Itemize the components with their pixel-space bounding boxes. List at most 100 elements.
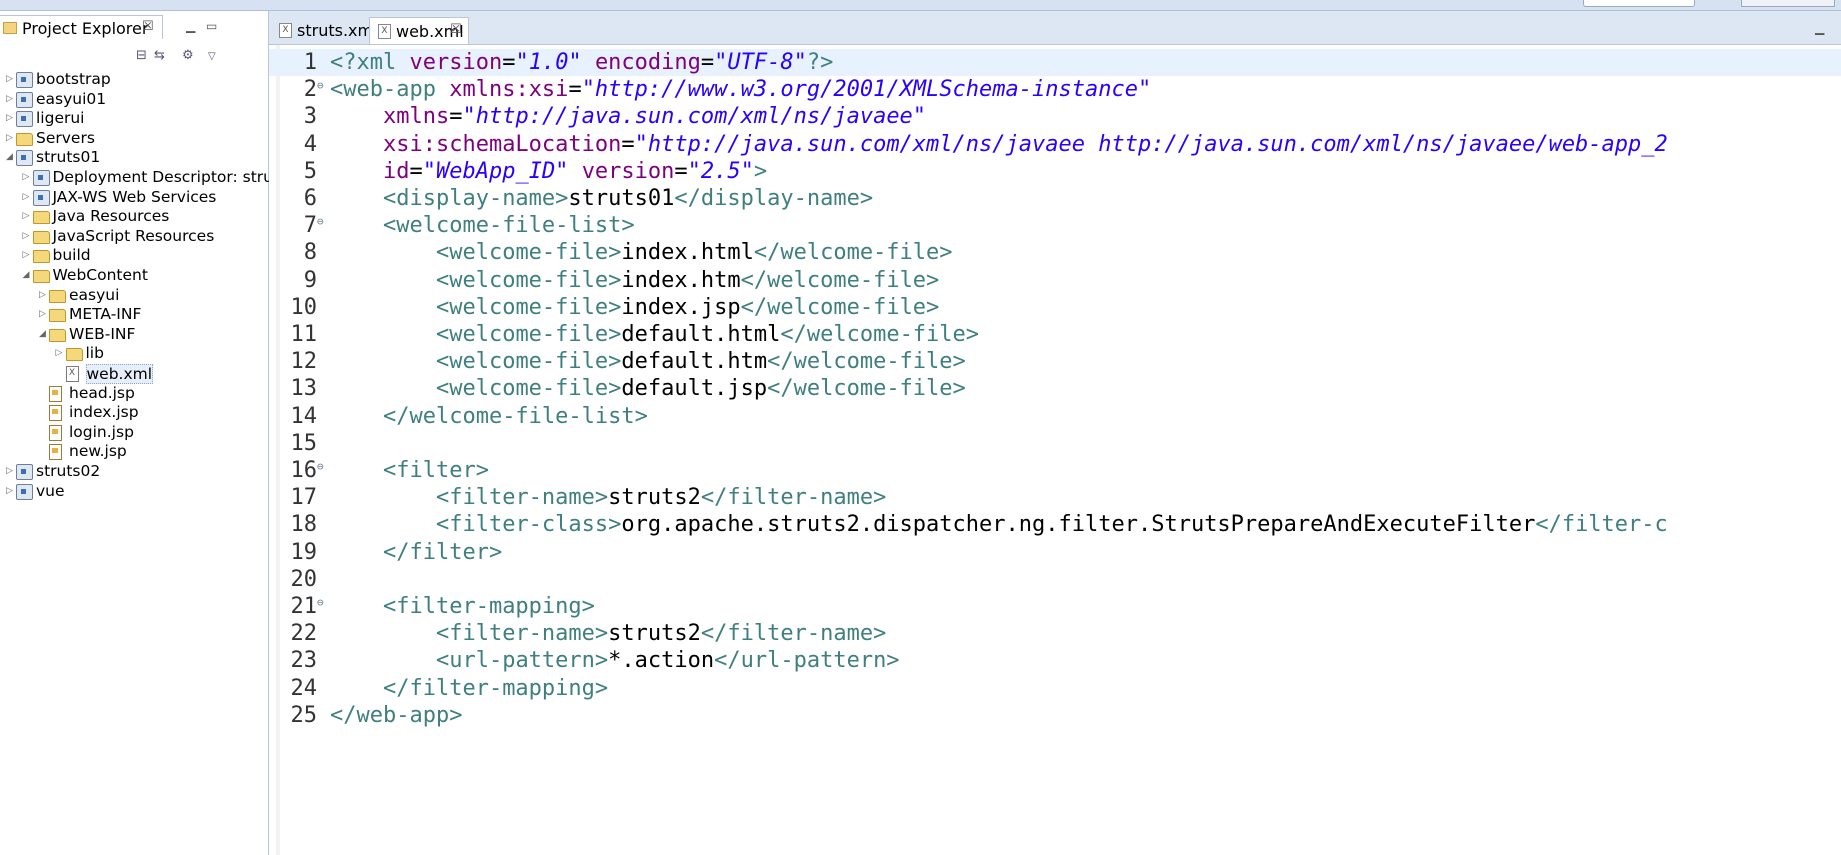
code-token: "http://java.sun.com/xml/ns/javaee" xyxy=(462,104,927,130)
code-line[interactable]: 4 xsi:schemaLocation="http://java.sun.co… xyxy=(269,131,1841,158)
close-icon[interactable]: ☒ xyxy=(450,22,462,37)
expand-arrow-icon[interactable]: ▷ xyxy=(23,231,30,241)
line-number: 3 xyxy=(303,104,317,130)
collapse-arrow-icon[interactable]: ◢ xyxy=(6,152,13,162)
tree-item-label: bootstrap xyxy=(36,70,111,88)
fold-toggle-icon[interactable]: ⊖ xyxy=(317,589,324,616)
code-text: <filter-mapping> xyxy=(330,593,595,620)
code-line[interactable]: 20 xyxy=(269,566,1841,593)
code-line[interactable]: 23 <url-pattern>*.action</url-pattern> xyxy=(269,647,1841,674)
collapse-arrow-icon[interactable]: ◢ xyxy=(39,329,46,339)
expand-arrow-icon[interactable]: ▷ xyxy=(6,94,13,104)
code-token: </filter-name> xyxy=(700,485,887,511)
collapse-arrow-icon[interactable]: ◢ xyxy=(23,270,30,280)
expand-arrow-icon[interactable]: ▷ xyxy=(56,348,63,358)
tab-struts-xml[interactable]: X struts.xml xyxy=(271,17,378,43)
code-text: <filter-name>struts2</filter-name> xyxy=(330,484,886,511)
expand-arrow-icon[interactable]: ▷ xyxy=(6,113,13,123)
code-token: = xyxy=(568,77,582,103)
minimize-icon[interactable]: ▁ xyxy=(186,19,195,33)
code-line[interactable]: 19 </filter> xyxy=(269,539,1841,566)
tree-item[interactable]: ▷ vue xyxy=(6,481,262,503)
filter-icon[interactable]: ⚙ xyxy=(182,48,194,64)
fold-toggle-icon[interactable]: ⊖ xyxy=(317,453,324,480)
fold-toggle-icon[interactable]: ⊖ xyxy=(317,72,324,99)
project-explorer-view: Project Explorer ☒ ▁ ▭ ⊟ ⇆ ⚙ ▽ ▷ bootstra… xyxy=(0,11,273,855)
fold-toggle-icon[interactable]: ⊖ xyxy=(317,208,324,235)
maximize-icon[interactable]: ▭ xyxy=(206,19,217,33)
code-line[interactable]: 12 <welcome-file>default.htm</welcome-fi… xyxy=(269,348,1841,375)
code-line[interactable]: 5 id="WebApp_ID" version="2.5"> xyxy=(269,158,1841,185)
code-line[interactable]: 10 <welcome-file>index.jsp</welcome-file… xyxy=(269,294,1841,321)
code-line[interactable]: 9 <welcome-file>index.htm</welcome-file> xyxy=(269,267,1841,294)
code-line[interactable]: 1 <?xml version="1.0" encoding="UTF-8"?> xyxy=(269,49,1841,77)
folder-icon xyxy=(32,270,50,283)
code-token: </filter-mapping> xyxy=(382,675,609,701)
code-line[interactable]: 25 </web-app> xyxy=(269,702,1841,729)
folder-icon xyxy=(49,289,66,303)
perspective-button[interactable] xyxy=(1741,0,1835,7)
code-line[interactable]: 17 <filter-name>struts2</filter-name> xyxy=(269,484,1841,511)
code-line[interactable]: 7 ⊖ <welcome-file-list> xyxy=(269,212,1841,239)
expand-arrow-icon[interactable]: ▷ xyxy=(6,466,13,476)
code-line[interactable]: 3 xmlns="http://java.sun.com/xml/ns/java… xyxy=(269,103,1841,130)
code-line[interactable]: 8 <welcome-file>index.html</welcome-file… xyxy=(269,239,1841,266)
view-menu-icon[interactable]: ▽ xyxy=(208,51,216,67)
code-line[interactable]: 24 </filter-mapping> xyxy=(269,675,1841,702)
minimize-icon[interactable]: ▁ xyxy=(1815,21,1824,35)
code-line[interactable]: 6 <display-name>struts01</display-name> xyxy=(269,185,1841,212)
expand-arrow-icon[interactable]: ▷ xyxy=(6,486,13,496)
code-line[interactable]: 22 <filter-name>struts2</filter-name> xyxy=(269,620,1841,647)
line-number: 20 xyxy=(290,566,318,592)
code-line[interactable]: 21 ⊖ <filter-mapping> xyxy=(269,593,1841,620)
code-line[interactable]: 13 <welcome-file>default.jsp</welcome-fi… xyxy=(269,375,1841,402)
tab-web-xml[interactable]: X web.xml ☒ xyxy=(369,17,469,44)
expand-arrow-icon[interactable]: ▷ xyxy=(6,133,13,143)
code-line[interactable]: 15 xyxy=(269,430,1841,457)
expand-arrow-icon[interactable]: ▷ xyxy=(23,172,30,182)
code-text: <welcome-file>index.html</welcome-file> xyxy=(330,239,953,266)
line-number: 10 xyxy=(290,294,318,320)
tree-item-label: struts01 xyxy=(36,148,101,167)
line-number: 12 xyxy=(290,349,318,375)
line-number: 2 xyxy=(303,77,317,103)
jsp-file-icon xyxy=(49,405,62,422)
expand-arrow-icon[interactable]: ▷ xyxy=(6,74,13,84)
expand-arrow-icon[interactable]: ▷ xyxy=(39,290,46,300)
code-line[interactable]: 2 ⊖ <web-app xmlns:xsi="http://www.w3.org/… xyxy=(269,76,1841,103)
tree-item-label: JAX-WS Web Services xyxy=(52,187,217,206)
collapse-all-icon[interactable]: ⊟ xyxy=(136,48,147,64)
code-token: "WebApp_ID" xyxy=(422,158,569,184)
link-with-editor-icon[interactable]: ⇆ xyxy=(154,48,165,64)
code-token: xmlns xyxy=(382,104,450,130)
code-line[interactable]: 18 <filter-class>org.apache.struts2.disp… xyxy=(269,511,1841,538)
tree-item-label: ligerui xyxy=(36,109,85,128)
jsp-file-icon xyxy=(49,385,62,402)
code-line[interactable]: 16 ⊖ <filter> xyxy=(269,457,1841,484)
expand-arrow-icon[interactable]: ▷ xyxy=(39,309,46,319)
quick-access-input[interactable] xyxy=(1583,0,1695,7)
xml-file-icon: X xyxy=(279,23,292,38)
line-number: 14 xyxy=(290,403,318,429)
code-token: index.htm xyxy=(621,267,741,293)
top-toolbar-strip xyxy=(0,0,1841,11)
project-icon xyxy=(16,483,33,500)
close-icon[interactable]: ☒ xyxy=(142,19,154,34)
tree-item-label: JavaScript Resources xyxy=(52,226,215,245)
code-line[interactable]: 11 <welcome-file>default.html</welcome-f… xyxy=(269,321,1841,348)
line-number: 25 xyxy=(290,702,318,728)
xml-source-editor[interactable]: 1 <?xml version="1.0" encoding="UTF-8"?> 2… xyxy=(269,45,1841,855)
expand-arrow-icon[interactable]: ▷ xyxy=(23,211,30,221)
editor-area: X struts.xml X web.xml ☒ ▁ 1 <?xml versio… xyxy=(269,11,1841,855)
folder-icon xyxy=(49,309,66,323)
line-number: 6 xyxy=(303,186,317,211)
project-explorer-tab[interactable]: Project Explorer ☒ xyxy=(0,15,163,39)
code-line[interactable]: 14 </welcome-file-list> xyxy=(269,403,1841,430)
expand-arrow-icon[interactable]: ▷ xyxy=(23,192,30,202)
expand-arrow-icon[interactable]: ▷ xyxy=(23,250,30,260)
